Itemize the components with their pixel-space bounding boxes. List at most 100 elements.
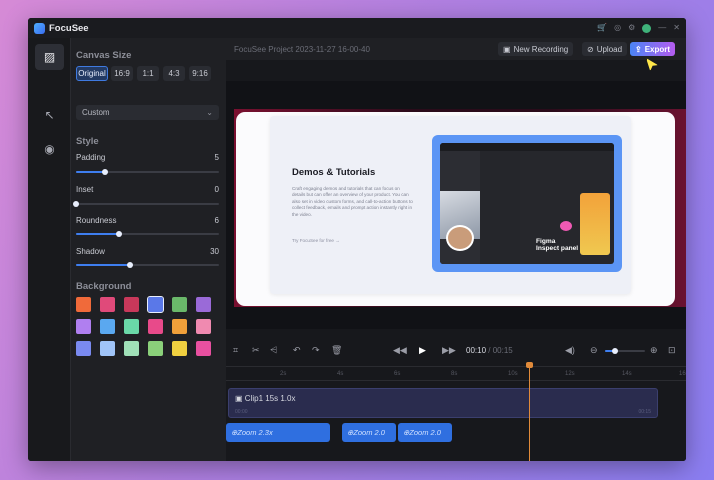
ruler-tick: 2s (280, 371, 287, 377)
fit-icon[interactable]: ⊡ (668, 345, 676, 356)
clip-title-text: Clip1 15s 1.0x (244, 394, 296, 403)
background-swatch[interactable] (172, 297, 187, 312)
volume-icon[interactable]: ◀) (565, 345, 575, 356)
zoom-segment[interactable]: ⊕ Zoom 2.0 (398, 423, 452, 442)
trash-icon[interactable]: 🗑 (331, 345, 342, 356)
preview-screenshot: Figma Inspect panel (432, 135, 622, 272)
avatar[interactable] (642, 23, 652, 33)
preview-frame: Demos & Tutorials Craft engaging demos a… (236, 112, 675, 306)
ratio-original[interactable]: Original (76, 66, 108, 81)
editor-main: FocuSee Project 2023-11-27 16-00-40 ▣ New… (226, 38, 686, 461)
preset-value: Custom (82, 108, 110, 117)
export-button[interactable]: ⇪ Export (630, 42, 676, 56)
background-swatch[interactable] (100, 341, 115, 356)
zoom-segment[interactable]: ⊕ Zoom 2.0 (342, 423, 396, 442)
new-recording-button[interactable]: ▣ New Recording (498, 42, 574, 56)
ratio-1-1[interactable]: 1:1 (137, 66, 159, 81)
ruler-tick: 6s (394, 371, 401, 377)
background-swatch[interactable] (196, 319, 211, 334)
preview-canvas[interactable]: Demos & Tutorials Craft engaging demos a… (226, 81, 686, 329)
figma-caption: Figma Inspect panel (536, 238, 578, 252)
roundness-value: 6 (214, 216, 219, 225)
background-icon[interactable]: ▨ (35, 44, 64, 70)
inset-slider[interactable] (73, 201, 219, 207)
background-swatch[interactable] (124, 319, 139, 334)
background-swatch[interactable] (196, 297, 211, 312)
clip-title: ▣ Clip1 15s 1.0x (235, 394, 296, 403)
timecode: 00:10 / 00:15 (466, 346, 513, 355)
background-swatch[interactable] (76, 297, 91, 312)
rewind-icon[interactable]: ◀◀ (393, 345, 407, 356)
background-swatch[interactable] (148, 319, 163, 334)
new-recording-label: New Recording (513, 44, 569, 54)
camera-icon[interactable]: ◉ (35, 136, 64, 162)
figma-app-image: Figma Inspect panel (440, 143, 614, 264)
split-icon[interactable]: ⩤ (270, 345, 277, 356)
background-swatch[interactable] (147, 296, 164, 313)
ratio-16-9[interactable]: 16:9 (111, 66, 133, 81)
timeline-zoom-slider[interactable] (605, 348, 645, 354)
clip-end: 00:15 (638, 409, 651, 415)
project-name: FocuSee Project 2023-11-27 16-00-40 (234, 44, 370, 54)
playhead[interactable] (526, 362, 533, 461)
cart-icon[interactable]: 🛒 (597, 24, 607, 32)
background-swatch[interactable] (124, 297, 139, 312)
ratio-4-3[interactable]: 4:3 (163, 66, 185, 81)
figma-line-1: Figma (536, 238, 556, 245)
cursor-icon[interactable]: ↖ (35, 102, 64, 128)
settings-panel: Canvas Size Original 16:9 1:1 4:3 9:16 C… (71, 38, 234, 461)
inset-value: 0 (214, 185, 219, 194)
crop-icon[interactable]: ⌗ (233, 345, 238, 356)
ruler-tick: 14s (622, 371, 632, 377)
background-swatch[interactable] (100, 319, 115, 334)
zoom-out-icon[interactable]: ⊖ (590, 345, 598, 356)
background-swatch[interactable] (172, 341, 187, 356)
clip-track[interactable]: ▣ Clip1 15s 1.0x 00:00 00:15 (228, 388, 658, 418)
title-bar-icons: 🛒 ◎ ⚙ — ✕ (597, 23, 680, 33)
time-separator: / (486, 345, 493, 355)
ruler-tick: 10s (508, 371, 518, 377)
canvas-preset-select[interactable]: Custom ⌄ (76, 105, 219, 120)
close-icon[interactable]: ✕ (673, 24, 680, 32)
background-swatch[interactable] (124, 341, 139, 356)
background-swatch[interactable] (148, 341, 163, 356)
background-swatch[interactable] (196, 341, 211, 356)
zoom-label: Zoom 2.3x (237, 428, 273, 437)
zoom-label: Zoom 2.0 (409, 428, 441, 437)
undo-icon[interactable]: ↶ (293, 345, 301, 356)
roundness-slider[interactable] (76, 231, 219, 237)
redo-icon[interactable]: ↷ (312, 345, 320, 356)
ratio-9-16[interactable]: 9:16 (189, 66, 211, 81)
title-bar: FocuSee 🛒 ◎ ⚙ — ✕ (28, 18, 686, 38)
tool-rail: ▨ ↖ ◉ (28, 38, 71, 461)
figma-line-2: Inspect panel (536, 245, 579, 252)
ruler-tick: 8s (451, 371, 458, 377)
app-title: FocuSee (49, 22, 89, 34)
scissors-icon[interactable]: ✂ (252, 345, 260, 356)
play-icon[interactable]: ▶ (419, 345, 426, 356)
style-title: Style (76, 136, 99, 147)
background-swatch[interactable] (172, 319, 187, 334)
background-swatch[interactable] (100, 297, 115, 312)
ruler-tick: 12s (565, 371, 575, 377)
shadow-slider[interactable] (76, 262, 219, 268)
minimize-icon[interactable]: — (658, 24, 666, 32)
clip-start: 00:00 (235, 409, 248, 415)
zoom-segment[interactable]: ⊕ Zoom 2.3x (226, 423, 330, 442)
ruler-tick: 4s (337, 371, 344, 377)
padding-label: Padding (76, 153, 106, 162)
settings-icon[interactable]: ⚙ (628, 24, 635, 32)
timeline[interactable]: 2s 4s 6s 8s 10s 12s 14s 16s ▣ Clip1 15s 1.0x 00… (226, 362, 686, 461)
help-icon[interactable]: ◎ (614, 24, 621, 32)
upload-icon: ⊘ (587, 44, 594, 54)
roundness-label: Roundness (76, 216, 117, 225)
padding-slider[interactable] (76, 169, 219, 175)
upload-button[interactable]: ⊘ Upload (582, 42, 628, 56)
background-swatch[interactable] (76, 341, 91, 356)
background-swatch[interactable] (76, 319, 91, 334)
shadow-value: 30 (210, 247, 219, 256)
zoom-label: Zoom 2.0 (353, 428, 385, 437)
preview-body: Craft engaging demos and tutorials that … (292, 186, 413, 217)
zoom-in-icon[interactable]: ⊕ (650, 345, 658, 356)
fast-forward-icon[interactable]: ▶▶ (442, 345, 456, 356)
